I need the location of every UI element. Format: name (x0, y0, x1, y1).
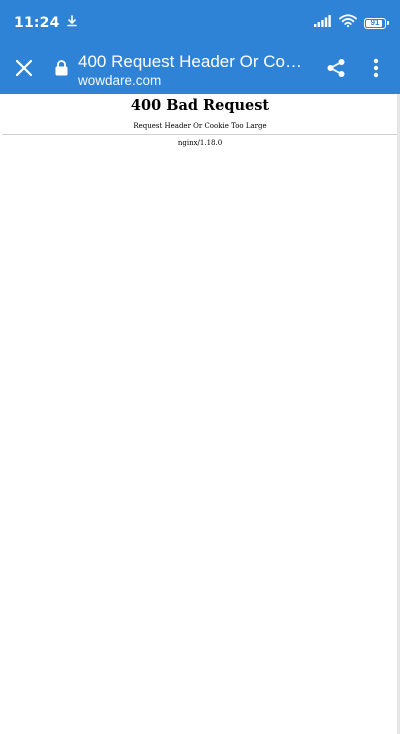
web-content: 400 Bad Request Request Header Or Cookie… (0, 94, 400, 734)
lock-icon (55, 59, 68, 81)
security-indicator[interactable] (52, 46, 70, 94)
share-button[interactable] (316, 46, 356, 94)
battery-icon: 91 (364, 17, 389, 29)
wifi-icon (339, 14, 357, 32)
close-button[interactable] (0, 46, 48, 94)
close-icon (15, 59, 33, 82)
error-message: Request Header Or Cookie Too Large (133, 122, 267, 130)
title-block[interactable]: 400 Request Header Or Cookie Too Large w… (78, 52, 308, 89)
more-options-button[interactable] (356, 46, 396, 94)
download-icon (66, 15, 78, 31)
more-vert-icon (373, 58, 379, 83)
status-right: 91 (314, 14, 389, 32)
server-signature: nginx/1.18.0 (177, 139, 223, 147)
error-heading: 400 Bad Request (130, 97, 270, 114)
status-left: 11:24 (14, 15, 78, 31)
signal-icon (314, 14, 332, 32)
page-title: 400 Request Header Or Cookie Too Large (78, 51, 308, 71)
status-time: 11:24 (14, 15, 60, 31)
page-url: wowdare.com (78, 72, 162, 88)
browser-toolbar: 400 Request Header Or Cookie Too Large w… (0, 46, 400, 94)
share-icon (326, 58, 346, 83)
divider (2, 134, 398, 135)
status-bar: 11:24 91 (0, 0, 400, 46)
battery-percent: 91 (370, 18, 380, 27)
